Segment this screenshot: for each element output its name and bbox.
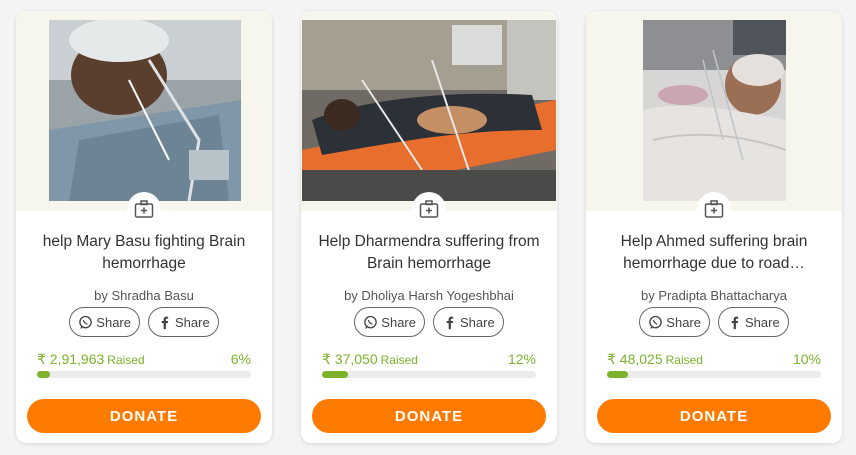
progress-fill [322, 371, 348, 378]
share-label: Share [745, 314, 780, 330]
campaign-photo[interactable] [302, 20, 556, 201]
campaign-photo[interactable] [49, 20, 241, 201]
progress-fill [607, 371, 629, 378]
progress-fill [37, 371, 50, 378]
whatsapp-share-button[interactable]: Share [639, 307, 710, 337]
share-label: Share [666, 314, 701, 330]
share-label: Share [381, 314, 416, 330]
raised-row: ₹ 48,025 Raised 10% [607, 351, 821, 368]
facebook-icon [446, 316, 454, 329]
whatsapp-icon [79, 315, 93, 329]
whatsapp-icon [649, 315, 663, 329]
donate-button[interactable]: DONATE [312, 399, 546, 433]
share-label: Share [175, 314, 210, 330]
raised-percent: 10% [792, 351, 821, 367]
share-row: Share Share [301, 307, 557, 337]
campaign-title[interactable]: Help Dharmendra suffering from Brain hem… [315, 231, 543, 275]
campaign-card[interactable]: help Mary Basu fighting Brain hemorrhage… [16, 11, 272, 443]
campaign-organizer: by Shradha Basu [94, 288, 194, 303]
campaign-image-area [16, 11, 272, 226]
donate-button[interactable]: DONATE [597, 399, 831, 433]
progress-bar [607, 371, 821, 378]
progress-bar [322, 371, 536, 378]
facebook-share-button[interactable]: Share [148, 307, 219, 337]
raised-amount: ₹ 2,91,963 Raised [37, 351, 145, 367]
medical-kit-icon [697, 192, 731, 226]
donate-button[interactable]: DONATE [27, 399, 261, 433]
campaign-image-area [586, 11, 842, 226]
campaign-title[interactable]: help Mary Basu fighting Brain hemorrhage [30, 231, 258, 275]
raised-percent: 12% [507, 351, 536, 367]
whatsapp-icon [364, 315, 378, 329]
campaign-organizer: by Pradipta Bhattacharya [641, 288, 787, 303]
whatsapp-share-button[interactable]: Share [69, 307, 140, 337]
raised-amount: ₹ 48,025 Raised [607, 351, 703, 367]
share-label: Share [96, 314, 131, 330]
medical-kit-icon [127, 192, 161, 226]
facebook-share-button[interactable]: Share [718, 307, 789, 337]
raised-row: ₹ 2,91,963 Raised 6% [37, 351, 251, 368]
raised-row: ₹ 37,050 Raised 12% [322, 351, 536, 368]
campaign-organizer: by Dholiya Harsh Yogeshbhai [344, 288, 514, 303]
raised-amount: ₹ 37,050 Raised [322, 351, 418, 367]
campaign-title[interactable]: Help Ahmed suffering brain hemorrhage du… [600, 231, 828, 275]
whatsapp-share-button[interactable]: Share [354, 307, 425, 337]
share-row: Share Share [16, 307, 272, 337]
raised-percent: 6% [230, 351, 251, 367]
medical-kit-icon [412, 192, 446, 226]
share-label: Share [460, 314, 495, 330]
progress-bar [37, 371, 251, 378]
campaign-photo[interactable] [643, 20, 786, 201]
campaign-card[interactable]: Help Dharmendra suffering from Brain hem… [301, 11, 557, 443]
facebook-icon [731, 316, 739, 329]
facebook-icon [161, 316, 169, 329]
share-row: Share Share [586, 307, 842, 337]
campaign-image-area [301, 11, 557, 226]
facebook-share-button[interactable]: Share [433, 307, 504, 337]
campaign-card[interactable]: Help Ahmed suffering brain hemorrhage du… [586, 11, 842, 443]
